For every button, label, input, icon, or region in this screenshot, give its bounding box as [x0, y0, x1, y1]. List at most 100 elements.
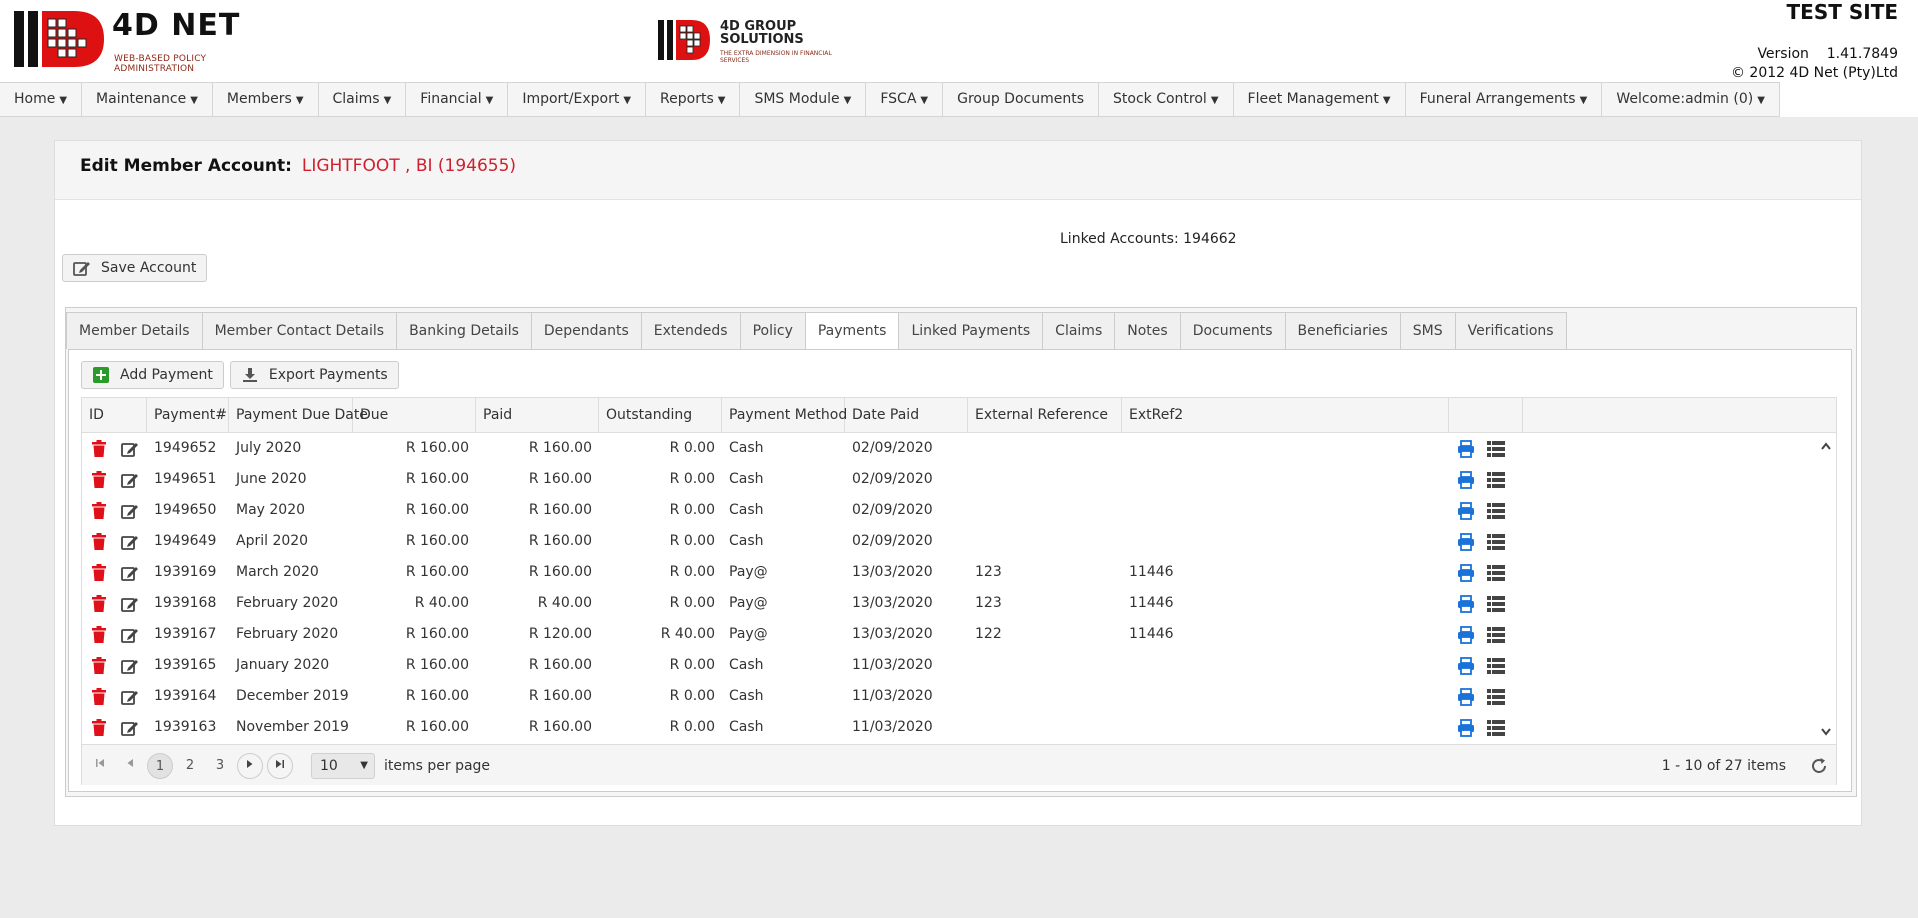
page-size-select[interactable]: 10 ▼	[311, 753, 375, 779]
list-icon[interactable]	[1487, 440, 1505, 457]
print-icon[interactable]	[1457, 439, 1475, 458]
edit-icon[interactable]	[121, 471, 139, 489]
trash-icon[interactable]	[91, 563, 107, 582]
tab-dependants[interactable]: Dependants	[530, 312, 641, 349]
tab-claims[interactable]: Claims	[1042, 312, 1115, 349]
list-icon[interactable]	[1487, 657, 1505, 674]
list-icon[interactable]	[1487, 564, 1505, 581]
nav-item-welcome-admin-0[interactable]: Welcome:admin (0) ▼	[1602, 83, 1780, 116]
add-payment-button[interactable]: Add Payment	[81, 361, 224, 389]
tab-banking-details[interactable]: Banking Details	[396, 312, 531, 349]
trash-icon[interactable]	[91, 687, 107, 706]
edit-icon[interactable]	[121, 502, 139, 520]
col-header-outstanding[interactable]: Outstanding	[599, 398, 722, 432]
first-page-button[interactable]	[87, 753, 113, 779]
list-icon[interactable]	[1487, 471, 1505, 488]
nav-item-claims[interactable]: Claims ▼	[319, 83, 407, 116]
refresh-button[interactable]	[1808, 755, 1830, 777]
trash-icon[interactable]	[91, 532, 107, 551]
col-header-due[interactable]: Due	[353, 398, 476, 432]
col-header-extref2[interactable]: ExtRef2	[1122, 398, 1449, 432]
nav-item-maintenance[interactable]: Maintenance ▼	[82, 83, 213, 116]
print-icon[interactable]	[1457, 594, 1475, 613]
tab-documents[interactable]: Documents	[1179, 312, 1285, 349]
print-icon[interactable]	[1457, 563, 1475, 582]
prev-page-button[interactable]	[117, 753, 143, 779]
table-row[interactable]: 1949649 April 2020 R 160.00 R 160.00 R 0.00 C…	[82, 526, 1836, 557]
nav-item-fsca[interactable]: FSCA ▼	[866, 83, 944, 116]
tab-policy[interactable]: Policy	[739, 312, 805, 349]
edit-icon[interactable]	[121, 688, 139, 706]
table-row[interactable]: 1949652 July 2020 R 160.00 R 160.00 R 0.00 Ca…	[82, 433, 1836, 464]
tab-member-details[interactable]: Member Details	[66, 312, 202, 349]
trash-icon[interactable]	[91, 625, 107, 644]
nav-item-financial[interactable]: Financial ▼	[406, 83, 509, 116]
print-icon[interactable]	[1457, 625, 1475, 644]
tab-notes[interactable]: Notes	[1114, 312, 1180, 349]
edit-icon[interactable]	[121, 533, 139, 551]
last-page-button[interactable]	[267, 753, 293, 779]
table-row[interactable]: 1949651 June 2020 R 160.00 R 160.00 R 0.00 Ca…	[82, 464, 1836, 495]
table-row[interactable]: 1939169 March 2020 R 160.00 R 160.00 R 0.00 P…	[82, 557, 1836, 588]
col-header-id[interactable]: ID	[82, 398, 147, 432]
nav-item-import-export[interactable]: Import/Export ▼	[508, 83, 647, 116]
next-page-button[interactable]	[237, 753, 263, 779]
page-2-button[interactable]: 2	[177, 753, 203, 779]
table-row[interactable]: 1949650 May 2020 R 160.00 R 160.00 R 0.00 Cas…	[82, 495, 1836, 526]
tab-member-contact-details[interactable]: Member Contact Details	[201, 312, 397, 349]
linked-value[interactable]: 194662	[1183, 231, 1236, 247]
table-row[interactable]: 1939168 February 2020 R 40.00 R 40.00 R 0.00…	[82, 588, 1836, 619]
trash-icon[interactable]	[91, 470, 107, 489]
page-1-button[interactable]: 1	[147, 753, 173, 779]
list-icon[interactable]	[1487, 595, 1505, 612]
grid-scrollbar[interactable]	[1816, 433, 1836, 744]
edit-icon[interactable]	[121, 719, 139, 737]
nav-item-reports[interactable]: Reports ▼	[646, 83, 741, 116]
page-3-button[interactable]: 3	[207, 753, 233, 779]
edit-icon[interactable]	[121, 440, 139, 458]
print-icon[interactable]	[1457, 501, 1475, 520]
trash-icon[interactable]	[91, 594, 107, 613]
col-header-payment-method[interactable]: Payment Method	[722, 398, 847, 432]
edit-icon[interactable]	[121, 626, 139, 644]
trash-icon[interactable]	[91, 718, 107, 737]
list-icon[interactable]	[1487, 626, 1505, 643]
list-icon[interactable]	[1487, 719, 1505, 736]
tab-beneficiaries[interactable]: Beneficiaries	[1284, 312, 1400, 349]
col-header-payment-due-date[interactable]: Payment Due Date	[229, 398, 368, 432]
col-header-paid[interactable]: Paid	[476, 398, 599, 432]
edit-icon[interactable]	[121, 595, 139, 613]
edit-icon[interactable]	[121, 657, 139, 675]
nav-item-funeral-arrangements[interactable]: Funeral Arrangements ▼	[1406, 83, 1603, 116]
table-row[interactable]: 1939165 January 2020 R 160.00 R 160.00 R 0.0…	[82, 650, 1836, 681]
print-icon[interactable]	[1457, 470, 1475, 489]
tab-verifications[interactable]: Verifications	[1454, 312, 1567, 349]
print-icon[interactable]	[1457, 718, 1475, 737]
edit-icon[interactable]	[121, 564, 139, 582]
save-account-button[interactable]: Save Account	[62, 254, 208, 282]
col-header-date-paid[interactable]: Date Paid	[845, 398, 968, 432]
export-payments-button[interactable]: Export Payments	[229, 361, 399, 389]
nav-item-sms-module[interactable]: SMS Module ▼	[740, 83, 867, 116]
list-icon[interactable]	[1487, 533, 1505, 550]
tab-extendeds[interactable]: Extendeds	[640, 312, 740, 349]
list-icon[interactable]	[1487, 688, 1505, 705]
table-row[interactable]: 1939164 December 2019 R 160.00 R 160.00 R 0.…	[82, 681, 1836, 712]
col-header-payment-number[interactable]: Payment#	[147, 398, 229, 432]
list-icon[interactable]	[1487, 502, 1505, 519]
nav-item-members[interactable]: Members ▼	[213, 83, 319, 116]
print-icon[interactable]	[1457, 656, 1475, 675]
tab-linked-payments[interactable]: Linked Payments	[898, 312, 1043, 349]
nav-item-fleet-management[interactable]: Fleet Management ▼	[1234, 83, 1406, 116]
trash-icon[interactable]	[91, 501, 107, 520]
table-row[interactable]: 1939163 November 2019 R 160.00 R 160.00 R 0.…	[82, 712, 1836, 743]
trash-icon[interactable]	[91, 656, 107, 675]
trash-icon[interactable]	[91, 439, 107, 458]
col-header-external-reference[interactable]: External Reference	[968, 398, 1122, 432]
tab-sms[interactable]: SMS	[1399, 312, 1455, 349]
table-row[interactable]: 1939167 February 2020 R 160.00 R 120.00 R 40…	[82, 619, 1836, 650]
tab-payments[interactable]: Payments	[804, 312, 899, 350]
nav-item-group-documents[interactable]: Group Documents	[943, 83, 1100, 116]
4dnet-logo[interactable]: 4D NET WEB-BASED POLICY ADMINISTRATION	[14, 8, 274, 74]
nav-item-home[interactable]: Home ▼	[0, 83, 83, 116]
